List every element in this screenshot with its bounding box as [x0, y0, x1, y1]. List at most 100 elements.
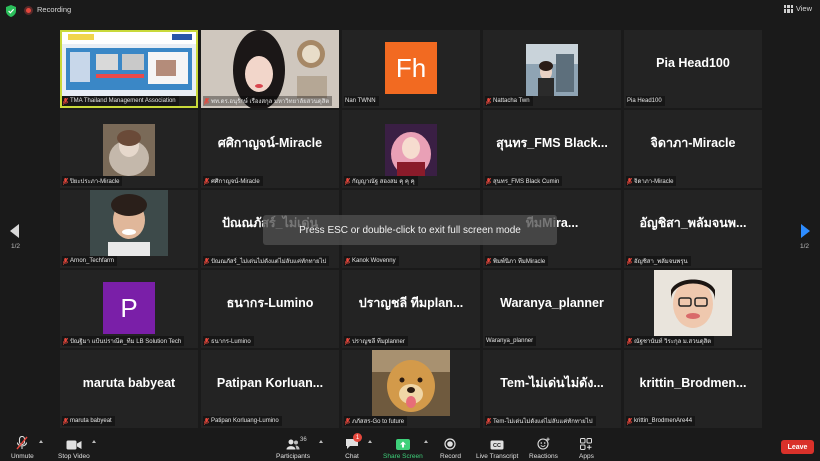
stop-video-button[interactable]: Stop Video — [58, 435, 90, 460]
share-options-caret-icon[interactable] — [424, 440, 428, 443]
participant-name: Pia Head100 — [626, 96, 665, 106]
participant-name: ณัฐชานันท์ วิระกุล ม.สวนดุสิต — [626, 336, 715, 346]
participant-name-label: ภภัสสร-Go to future — [352, 419, 405, 425]
mic-muted-icon — [486, 97, 491, 105]
participant-tile[interactable]: Tem-ไม่เด่นไม่ดัง... Tem-ไม่เด่นไม่ดังแต… — [483, 350, 621, 428]
participants-button[interactable]: 36 Participants — [276, 435, 310, 460]
participant-name-label: ณัฐชานันท์ วิระกุล ม.สวนดุสิต — [634, 339, 712, 345]
unmute-button[interactable]: Unmute — [11, 435, 34, 460]
participant-tile[interactable]: Pia Head100 Pia Head100 — [624, 30, 762, 108]
participant-name-label: Kanok Wovenny — [352, 258, 396, 264]
participant-tile[interactable]: ธนากร-Lumino ธนากร-Lumino — [201, 270, 339, 348]
participant-tile[interactable]: Fh Nan TWNN — [342, 30, 480, 108]
participant-name: กัญญาณัฐ สองสม คุ คุ คุ — [344, 176, 418, 186]
view-button[interactable]: View — [783, 4, 812, 13]
mic-muted-icon — [486, 177, 491, 185]
participant-tile[interactable]: TMA Thailand Management Association — [60, 30, 198, 108]
shield-icon[interactable] — [6, 5, 16, 17]
participant-name: Nattacha Twn — [485, 96, 533, 106]
participant-name-label: Waranya_planner — [486, 338, 534, 344]
participant-name-label: จิดาภา-Miracle — [634, 179, 674, 185]
mic-muted-icon — [627, 177, 632, 185]
participant-tile[interactable]: maruta babyeat maruta babyeat — [60, 350, 198, 428]
participant-tile[interactable]: P ปัณฐิมา แป้นปราณีต_ทีม LB Solution Tec… — [60, 270, 198, 348]
participant-name-label: อัญชิสา_พลัมจนพรุน — [634, 259, 688, 265]
participant-name-label: ธนากร-Lumino — [211, 339, 251, 345]
participant-photo — [526, 44, 578, 96]
participant-name-label: พท.ดร.อนุรักษ์ เรืองสกุล มหาวิทยาลัยสวนด… — [211, 99, 330, 105]
share-screen-label: Share Screen — [383, 453, 423, 460]
participant-tile[interactable]: Waranya_planner Waranya_planner — [483, 270, 621, 348]
participant-name-label: ปัณฐิมา แป้นปราณีต_ทีม LB Solution Tech — [70, 339, 182, 345]
participant-tile[interactable]: กัญญาณัฐ สองสม คุ คุ คุ — [342, 110, 480, 188]
participant-name-label: Patipan Korluang-Lumino — [211, 418, 279, 424]
apps-button[interactable]: Apps — [579, 435, 594, 460]
participant-name-label: maruta babyeat — [70, 418, 112, 424]
live-transcript-label: Live Transcript — [476, 453, 519, 460]
chat-options-caret-icon[interactable] — [368, 440, 372, 443]
participant-photo — [103, 124, 155, 176]
video-options-caret-icon[interactable] — [92, 440, 96, 443]
participant-display-name: อัญชิสา_พลัมจนพ... — [639, 216, 747, 230]
participant-tile[interactable]: ณัฐชานันท์ วิระกุล ม.สวนดุสิต — [624, 270, 762, 348]
participant-tile[interactable]: Arnon_Techfarm — [60, 190, 198, 268]
participant-display-name: ปราญชลี ทีมplan... — [358, 296, 464, 310]
participant-name: ศศิกาญจน์-Miracle — [203, 176, 263, 186]
mic-muted-icon — [486, 257, 491, 265]
apps-label: Apps — [579, 453, 594, 460]
participant-tile[interactable]: จิดาภา-Miracle จิดาภา-Miracle — [624, 110, 762, 188]
chat-button[interactable]: 1 Chat — [345, 433, 362, 460]
audio-options-caret-icon[interactable] — [39, 440, 43, 443]
participant-display-name: Pia Head100 — [656, 56, 730, 70]
participant-name: TMA Thailand Management Association — [62, 96, 179, 106]
participant-name: ภภัสสร-Go to future — [344, 416, 408, 426]
record-button[interactable]: Record — [440, 435, 461, 460]
participant-tile[interactable]: ปราญชลี ทีมplan... ปราญชลี ทีมplanner — [342, 270, 480, 348]
next-page-icon[interactable] — [801, 224, 810, 238]
participant-name: Patipan Korluang-Lumino — [203, 416, 282, 426]
participant-tile[interactable]: สุนทร_FMS Black... สุนทร_FMS Black Cumin — [483, 110, 621, 188]
svg-text:CC: CC — [493, 443, 501, 449]
participant-tile[interactable]: พท.ดร.อนุรักษ์ เรืองสกุล มหาวิทยาลัยสวนด… — [201, 30, 339, 108]
stop-video-label: Stop Video — [58, 453, 90, 460]
participant-tile[interactable]: อัญชิสา_พลัมจนพ... อัญชิสา_พลัมจนพรุน — [624, 190, 762, 268]
previous-page-icon[interactable] — [10, 224, 19, 238]
top-bar: Recording View — [0, 0, 820, 22]
mic-muted-icon — [345, 177, 350, 185]
participant-display-name: ธนากร-Lumino — [226, 296, 314, 310]
participant-name-label: พิมพ์นิภา ทีมMiracle — [493, 259, 546, 265]
closed-caption-icon: CC — [490, 435, 504, 450]
participant-name-label: ศศิกาญจน์-Miracle — [211, 179, 260, 185]
participant-tile[interactable]: Patipan Korluan... Patipan Korluang-Lumi… — [201, 350, 339, 428]
participant-name: ปิยะประภา-Miracle — [62, 176, 123, 186]
participant-name: พท.ดร.อนุรักษ์ เรืองสกุล มหาวิทยาลัยสวนด… — [203, 96, 333, 106]
meeting-controls: Unmute Stop Video 36 Participants 1 Chat — [0, 432, 820, 461]
live-transcript-button[interactable]: CC Live Transcript — [476, 435, 518, 460]
participant-name-label: Pia Head100 — [627, 98, 662, 104]
video-camera-icon — [66, 435, 82, 450]
mic-muted-icon — [16, 435, 28, 450]
fullscreen-exit-hint: Press ESC or double-click to exit full s… — [263, 215, 557, 245]
participant-tile[interactable]: ปิยะประภา-Miracle — [60, 110, 198, 188]
participant-name-label: Nan TWNN — [345, 98, 376, 104]
mic-muted-icon — [63, 97, 68, 105]
participant-display-name: ศศิกาญจน์-Miracle — [217, 136, 323, 150]
mic-muted-icon — [63, 257, 68, 265]
participant-avatar: Fh — [385, 42, 437, 94]
participant-name-label: TMA Thailand Management Association — [70, 98, 176, 104]
participant-name-label: สุนทร_FMS Black Cumin — [493, 179, 560, 185]
reactions-button[interactable]: Reactions — [529, 435, 558, 460]
mic-muted-icon — [345, 417, 350, 425]
mic-muted-icon — [486, 417, 491, 425]
share-screen-button[interactable]: Share Screen — [383, 435, 423, 460]
leave-button[interactable]: Leave — [781, 440, 814, 454]
participant-tile[interactable]: Nattacha Twn — [483, 30, 621, 108]
participant-display-name: สุนทร_FMS Black... — [496, 136, 608, 150]
participant-tile[interactable]: krittin_Brodmen... krittin_BrodmenAre44 — [624, 350, 762, 428]
participant-tile[interactable]: ศศิกาญจน์-Miracle ศศิกาญจน์-Miracle — [201, 110, 339, 188]
mic-muted-icon — [204, 177, 209, 185]
participant-name: ธนากร-Lumino — [203, 336, 254, 346]
participant-tile[interactable]: ภภัสสร-Go to future — [342, 350, 480, 428]
participants-options-caret-icon[interactable] — [319, 440, 323, 443]
participant-name-label: Arnon_Techfarm — [70, 258, 115, 264]
